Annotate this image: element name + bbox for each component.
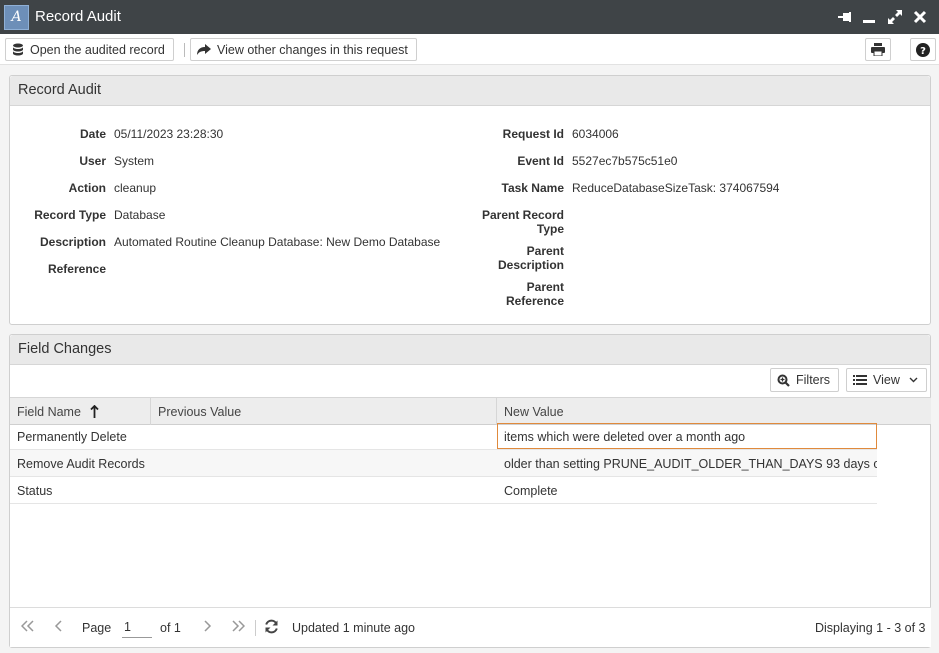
label-line: Parent	[526, 244, 564, 258]
label-line: Parent	[526, 280, 564, 294]
column-header-new-value[interactable]: New Value	[497, 398, 931, 425]
label-line: Description	[497, 258, 564, 272]
column-header-previous-value[interactable]: Previous Value	[151, 398, 497, 425]
toolbar: Open the audited record View other chang…	[0, 34, 939, 65]
cell-field-name: Status	[17, 484, 53, 498]
print-button[interactable]	[865, 38, 891, 61]
view-other-changes-label: View other changes in this request	[217, 42, 408, 57]
column-header-label: Field Name	[17, 405, 81, 419]
field-label: Task Name	[501, 181, 564, 195]
app-logo: A	[4, 5, 29, 30]
toolbar-divider	[184, 43, 185, 57]
field-value: 6034006	[572, 127, 619, 141]
field-request-id: Request Id 6034006	[10, 127, 619, 141]
column-header-label: Previous Value	[158, 405, 242, 419]
pin-icon[interactable]	[834, 7, 854, 27]
table-row[interactable]: Status Complete	[10, 477, 877, 504]
next-page-icon[interactable]	[204, 620, 212, 632]
database-icon	[13, 43, 23, 55]
field-parent-reference: Parent Reference	[10, 280, 572, 308]
open-audited-record-label: Open the audited record	[30, 42, 165, 57]
first-page-icon[interactable]	[21, 620, 35, 632]
minimize-icon[interactable]	[859, 7, 879, 27]
last-page-icon[interactable]	[231, 620, 245, 632]
refresh-icon[interactable]	[264, 619, 279, 634]
field-value: 5527ec7b575c51e0	[572, 154, 678, 168]
window-title: Record Audit	[35, 8, 121, 25]
field-label: Event Id	[517, 154, 564, 168]
table-row[interactable]: Permanently Delete items which were dele…	[10, 423, 877, 450]
field-parent-record-type: Parent Record Type	[10, 208, 572, 236]
filters-label: Filters	[796, 373, 831, 387]
cell-field-name: Remove Audit Records	[17, 457, 145, 471]
field-changes-header: Field Changes	[10, 335, 930, 365]
field-label: Parent Reference	[10, 280, 572, 308]
sort-ascending-icon	[90, 404, 100, 418]
close-icon[interactable]	[910, 7, 930, 27]
updated-status: Updated 1 minute ago	[292, 621, 416, 635]
field-parent-description: Parent Description	[10, 244, 572, 272]
pager-divider	[255, 620, 256, 636]
field-changes-panel: Field Changes Filters View Field Name Pr…	[9, 334, 931, 648]
field-label: Parent Description	[10, 244, 572, 272]
page-number-input[interactable]	[122, 617, 152, 638]
field-label: Parent Record Type	[10, 208, 572, 236]
help-icon: ?	[916, 42, 930, 57]
maximize-icon[interactable]	[885, 7, 905, 27]
label-line: Type	[536, 222, 564, 236]
filters-button[interactable]: Filters	[770, 368, 840, 392]
field-value: ReduceDatabaseSizeTask: 374067594	[572, 181, 780, 195]
grid-toolbar: Filters View	[10, 365, 931, 397]
column-header-label: New Value	[504, 405, 564, 419]
label-line: Parent Record	[481, 208, 564, 222]
label-line: Reference	[505, 294, 564, 308]
view-label: View	[873, 373, 900, 387]
cell-new-value[interactable]: items which were deleted over a month ag…	[497, 423, 877, 449]
view-menu-button[interactable]: View	[846, 368, 927, 392]
view-other-changes-button[interactable]: View other changes in this request	[190, 38, 417, 61]
table-row[interactable]: Remove Audit Records older than setting …	[10, 450, 877, 477]
cell-field-name: Permanently Delete	[17, 430, 127, 444]
chevron-down-icon	[909, 377, 918, 383]
share-arrow-icon	[197, 43, 211, 55]
print-icon	[871, 43, 885, 56]
column-header-field-name[interactable]: Field Name	[10, 398, 151, 425]
field-label: Request Id	[502, 127, 564, 141]
pagination-bar: Page of 1 Updated 1 minute ago Displayin…	[10, 607, 931, 647]
cell-previous-value	[151, 450, 497, 476]
help-button[interactable]: ?	[910, 38, 936, 61]
cell-new-value: Complete	[504, 484, 558, 498]
field-task-name: Task Name ReduceDatabaseSizeTask: 374067…	[10, 181, 780, 195]
grid-header: Field Name Previous Value New Value	[10, 397, 931, 425]
displaying-count: Displaying 1 - 3 of 3	[815, 621, 926, 635]
search-icon	[777, 374, 790, 387]
previous-page-icon[interactable]	[54, 620, 62, 632]
list-icon	[853, 375, 867, 385]
record-audit-header: Record Audit	[10, 76, 930, 106]
page-total-label: of 1	[160, 621, 181, 635]
cell-new-value: older than setting PRUNE_AUDIT_OLDER_THA…	[504, 457, 877, 471]
field-event-id: Event Id 5527ec7b575c51e0	[10, 154, 677, 168]
cell-previous-value	[151, 477, 497, 503]
open-audited-record-button[interactable]: Open the audited record	[5, 38, 174, 61]
cell-previous-value	[151, 423, 497, 449]
svg-text:?: ?	[920, 46, 926, 57]
page-label: Page	[82, 621, 112, 635]
record-audit-panel: Record Audit Date 05/11/2023 23:28:30 Us…	[9, 75, 931, 325]
title-bar: A Record Audit	[0, 0, 939, 34]
